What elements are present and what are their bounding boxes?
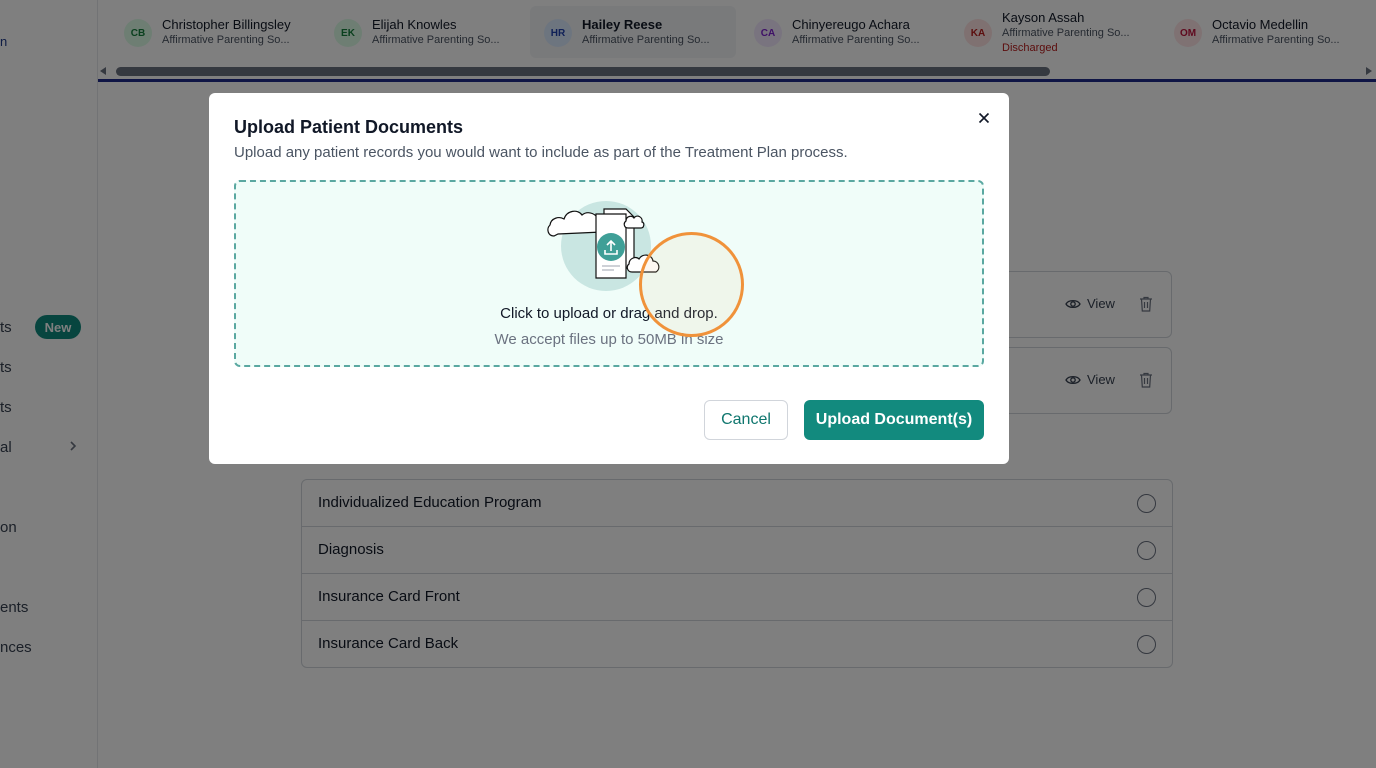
upload-illustration-icon [547, 201, 660, 291]
upload-documents-dialog: Upload Patient Documents Upload any pati… [209, 93, 1009, 464]
dropzone-instructions: Click to upload or drag and drop. [500, 305, 718, 322]
upload-documents-button[interactable]: Upload Document(s) [804, 400, 984, 440]
cancel-button[interactable]: Cancel [704, 400, 788, 440]
dialog-subtitle: Upload any patient records you would wan… [234, 144, 848, 161]
close-icon[interactable] [975, 109, 993, 127]
dropzone-size-limit: We accept files up to 50MB in size [494, 331, 724, 348]
dialog-title: Upload Patient Documents [234, 117, 464, 137]
file-dropzone[interactable]: Click to upload or drag and drop. We acc… [234, 180, 984, 367]
